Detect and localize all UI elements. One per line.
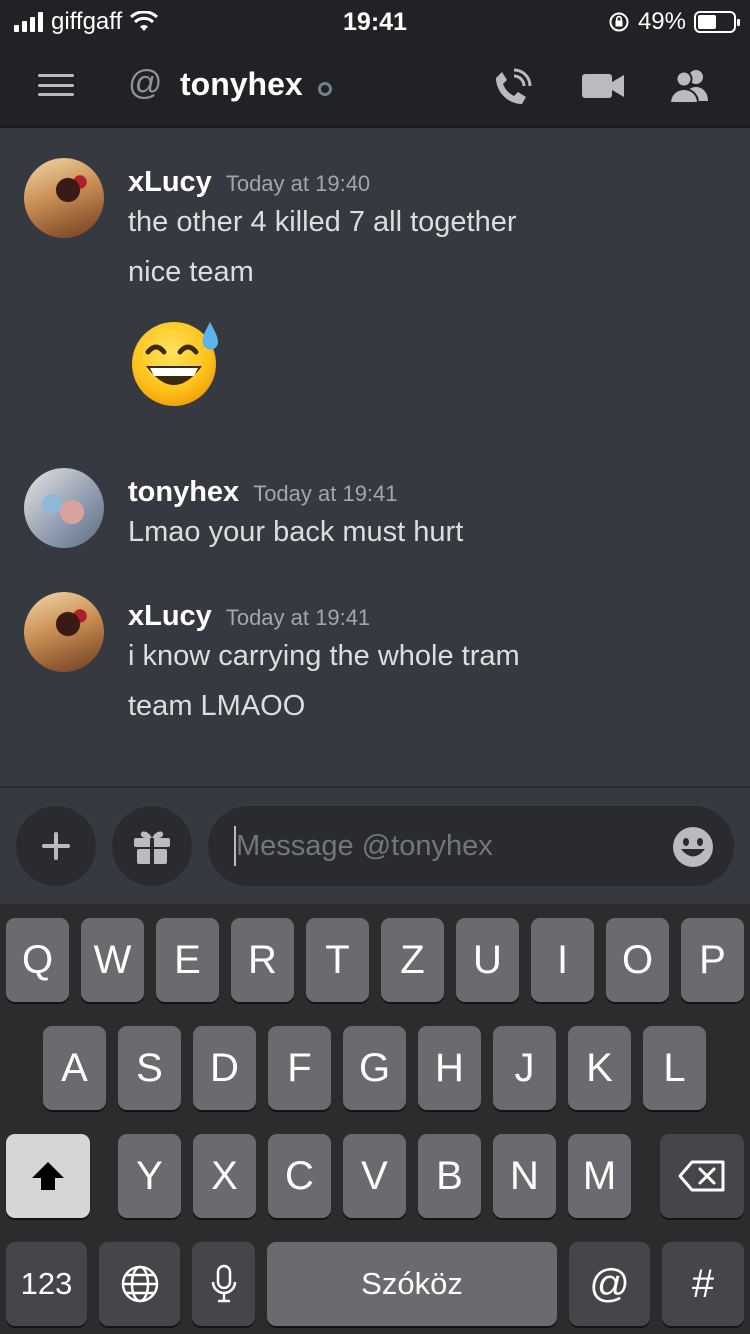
avatar[interactable]	[24, 158, 104, 238]
message-list: xLucy Today at 19:40 the other 4 killed 7…	[0, 130, 750, 786]
avatar[interactable]	[24, 468, 104, 548]
key-x[interactable]: X	[193, 1134, 256, 1218]
emoji-picker-icon[interactable]	[672, 826, 714, 868]
at-key[interactable]: @	[569, 1242, 650, 1326]
on-screen-keyboard: Q W E R T Z U I O P A S D F G H J K L Y …	[0, 904, 750, 1334]
chat-header: @ tonyhex	[0, 42, 750, 128]
key-u[interactable]: U	[456, 918, 519, 1002]
message-text: team LMAOO	[128, 690, 306, 722]
key-f[interactable]: F	[268, 1026, 331, 1110]
battery-icon	[694, 11, 740, 33]
key-e[interactable]: E	[156, 918, 219, 1002]
plus-icon	[42, 832, 70, 860]
message-text: nice team	[128, 256, 254, 288]
members-icon[interactable]	[668, 68, 712, 104]
key-w[interactable]: W	[81, 918, 144, 1002]
key-q[interactable]: Q	[6, 918, 69, 1002]
grinning-face-with-sweat-emoji[interactable]	[128, 312, 224, 408]
offline-status-icon	[318, 82, 332, 96]
key-j[interactable]: J	[493, 1026, 556, 1110]
microphone-icon	[211, 1264, 236, 1303]
composer-bar: Message @tonyhex	[0, 786, 750, 904]
status-right: 49%	[608, 8, 740, 36]
dm-title: tonyhex	[180, 66, 303, 102]
shift-arrow-icon	[32, 1162, 64, 1190]
key-y[interactable]: Y	[118, 1134, 181, 1218]
dictation-key[interactable]	[192, 1242, 255, 1326]
message-placeholder: Message @tonyhex	[236, 830, 493, 862]
video-call-icon[interactable]	[582, 72, 624, 100]
gift-button[interactable]	[112, 806, 192, 886]
key-m[interactable]: M	[568, 1134, 631, 1218]
key-h[interactable]: H	[418, 1026, 481, 1110]
key-d[interactable]: D	[193, 1026, 256, 1110]
key-k[interactable]: K	[568, 1026, 631, 1110]
key-o[interactable]: O	[606, 918, 669, 1002]
key-z[interactable]: Z	[381, 918, 444, 1002]
message-timestamp: Today at 19:41	[253, 481, 398, 506]
key-c[interactable]: C	[268, 1134, 331, 1218]
globe-icon	[121, 1265, 158, 1303]
add-attachment-button[interactable]	[16, 806, 96, 886]
message-author[interactable]: xLucy Today at 19:40	[128, 166, 370, 199]
key-p[interactable]: P	[681, 918, 744, 1002]
key-g[interactable]: G	[343, 1026, 406, 1110]
avatar[interactable]	[24, 592, 104, 672]
author-name[interactable]: xLucy	[128, 600, 212, 632]
key-t[interactable]: T	[306, 918, 369, 1002]
key-r[interactable]: R	[231, 918, 294, 1002]
message-text: the other 4 killed 7 all together	[128, 206, 517, 238]
message-author[interactable]: xLucy Today at 19:41	[128, 600, 370, 633]
message-author[interactable]: tonyhex Today at 19:41	[128, 476, 398, 509]
status-bar: giffgaff 19:41 49%	[0, 0, 750, 42]
key-a[interactable]: A	[43, 1026, 106, 1110]
backspace-icon	[678, 1160, 725, 1192]
at-icon: @	[128, 64, 163, 102]
globe-key[interactable]	[99, 1242, 180, 1326]
key-l[interactable]: L	[643, 1026, 706, 1110]
key-n[interactable]: N	[493, 1134, 556, 1218]
key-b[interactable]: B	[418, 1134, 481, 1218]
battery-percent: 49%	[637, 8, 686, 35]
message-timestamp: Today at 19:41	[225, 605, 371, 630]
gift-icon	[134, 831, 170, 864]
author-name[interactable]: xLucy	[128, 166, 212, 198]
message-timestamp: Today at 19:40	[225, 171, 371, 196]
numbers-key[interactable]: 123	[6, 1242, 87, 1326]
menu-icon[interactable]	[38, 74, 74, 96]
backspace-key[interactable]	[660, 1134, 744, 1218]
key-v[interactable]: V	[343, 1134, 406, 1218]
message-text: i know carrying the whole tram	[128, 640, 520, 672]
message-input[interactable]: Message @tonyhex	[208, 806, 734, 886]
space-key[interactable]: Szóköz	[267, 1242, 557, 1326]
rotation-lock-icon	[609, 12, 629, 32]
key-s[interactable]: S	[118, 1026, 181, 1110]
key-i[interactable]: I	[531, 918, 594, 1002]
shift-key[interactable]	[6, 1134, 90, 1218]
hash-key[interactable]: #	[662, 1242, 744, 1326]
voice-call-icon[interactable]	[492, 68, 534, 108]
message-text: Lmao your back must hurt	[128, 516, 464, 548]
author-name[interactable]: tonyhex	[128, 476, 239, 508]
